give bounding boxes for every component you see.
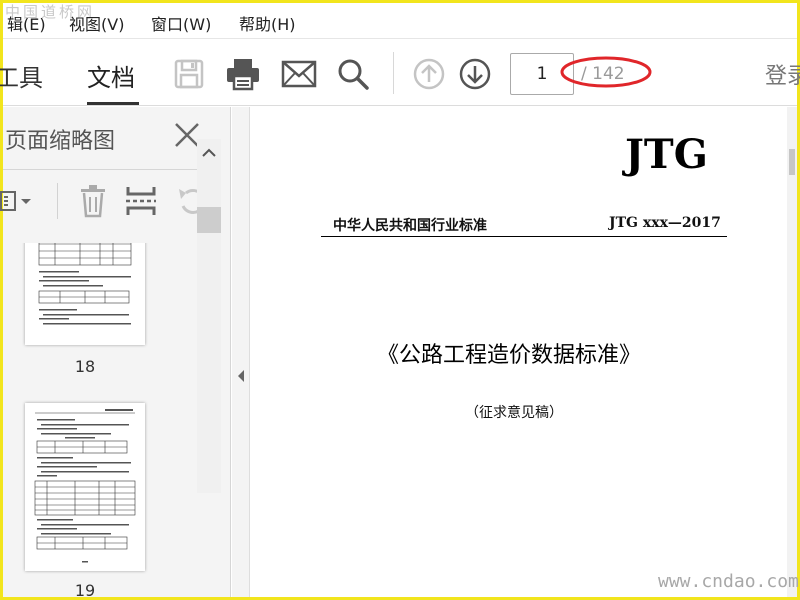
menu-view[interactable]: 视图(V)	[69, 11, 124, 35]
tab-document[interactable]: 文档	[87, 58, 135, 93]
login-link[interactable]: 登录	[765, 58, 800, 90]
search-icon[interactable]	[333, 54, 373, 94]
panel-collapse-strip[interactable]	[232, 107, 250, 597]
doc-header-rule	[321, 236, 727, 237]
thumbnail-list[interactable]: 18 19	[3, 243, 197, 597]
doc-organization: 中华人民共和国行业标准	[333, 218, 487, 234]
menu-edit[interactable]: 辑(E)	[7, 11, 46, 35]
toolbar-separator	[393, 52, 394, 94]
panel-title: 页面缩略图	[5, 129, 116, 154]
mail-icon[interactable]	[279, 54, 319, 94]
save-icon[interactable]	[169, 54, 209, 94]
panel-tool-separator	[57, 183, 58, 219]
thumbnail-scrollbar-thumb[interactable]	[197, 207, 221, 233]
page-thumbnail[interactable]	[25, 403, 145, 571]
options-menu-icon[interactable]	[0, 181, 35, 221]
delete-icon[interactable]	[75, 181, 111, 221]
toolbar: 工具 文档 1 / 142 登录	[0, 40, 800, 106]
crop-icon[interactable]	[123, 181, 159, 221]
panel-divider	[3, 169, 211, 170]
document-scrollbar-thumb[interactable]	[789, 149, 795, 175]
collapse-left-icon[interactable]	[236, 369, 246, 383]
watermark-url: www.cndao.com	[658, 571, 799, 592]
page-down-icon[interactable]	[455, 54, 495, 94]
menu-help[interactable]: 帮助(H)	[239, 11, 296, 35]
chevron-up-icon[interactable]	[201, 145, 217, 161]
active-tab-indicator	[87, 102, 139, 105]
doc-subtitle: （征求意见稿）	[465, 405, 563, 421]
menu-bar: 中国道桥网 辑(E) 视图(V) 窗口(W) 帮助(H)	[3, 3, 797, 39]
tab-tools[interactable]: 工具	[0, 58, 43, 93]
page-thumbnail[interactable]	[25, 243, 145, 345]
page-up-icon[interactable]	[409, 54, 449, 94]
doc-standard-code: JTG xxx—2017	[609, 215, 721, 231]
red-ellipse-annotation	[560, 56, 652, 88]
thumbnail-label: 19	[74, 581, 96, 597]
thumbnail-scrollbar[interactable]	[197, 139, 221, 493]
doc-header-code: JTG	[625, 131, 708, 178]
document-scrollbar[interactable]	[787, 107, 797, 597]
thumbnail-label: 18	[74, 357, 96, 376]
menu-window[interactable]: 窗口(W)	[151, 11, 211, 35]
print-icon[interactable]	[223, 54, 263, 94]
doc-title: 《公路工程造价数据标准》	[377, 343, 642, 368]
